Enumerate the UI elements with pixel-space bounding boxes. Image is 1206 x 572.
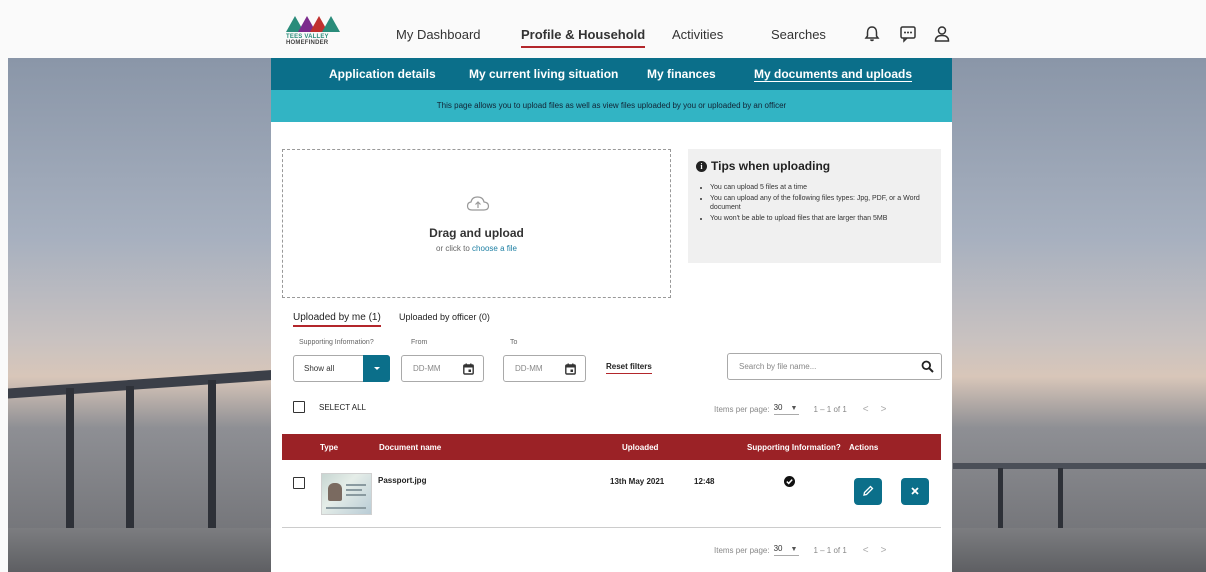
prev-page-button[interactable]: < xyxy=(863,545,869,556)
next-page-button[interactable]: > xyxy=(881,404,887,415)
check-circle-icon xyxy=(784,476,795,487)
from-date-input[interactable]: DD-MM xyxy=(401,355,484,382)
subnav-documents-uploads[interactable]: My documents and uploads xyxy=(754,67,912,81)
close-icon xyxy=(911,487,919,495)
upload-tips-panel: i Tips when uploading You can upload 5 f… xyxy=(688,149,941,263)
info-banner: This page allows you to upload files as … xyxy=(271,90,952,122)
col-uploaded: Uploaded xyxy=(622,443,659,452)
table-header: Type Document name Uploaded Supporting I… xyxy=(282,434,941,460)
site-logo[interactable]: TEES VALLEY HOMEFINDER xyxy=(286,16,346,48)
uploaded-time: 12:48 xyxy=(694,477,715,486)
logo-text: TEES VALLEY HOMEFINDER xyxy=(286,34,329,46)
subnav-current-living-situation[interactable]: My current living situation xyxy=(469,67,618,81)
edit-button[interactable] xyxy=(854,478,882,505)
select-all-checkbox[interactable] xyxy=(293,401,305,413)
pier-decoration xyxy=(953,463,1206,469)
uploaded-date: 13th May 2021 xyxy=(610,477,665,486)
from-label: From xyxy=(411,339,428,346)
to-date-input[interactable]: DD-MM xyxy=(503,355,586,382)
caret-down-icon: ▼ xyxy=(790,405,798,412)
tip-item: You won't be able to upload files that a… xyxy=(710,214,933,223)
top-header: TEES VALLEY HOMEFINDER My Dashboard Prof… xyxy=(0,0,1206,58)
document-thumbnail[interactable] xyxy=(321,473,372,515)
col-type: Type xyxy=(320,443,339,452)
calendar-icon[interactable] xyxy=(463,363,474,375)
nav-profile-household[interactable]: Profile & Household xyxy=(521,27,646,48)
tips-list: You can upload 5 files at a time You can… xyxy=(696,183,933,223)
calendar-icon[interactable] xyxy=(565,363,576,375)
chevron-down-icon[interactable] xyxy=(363,355,390,382)
tab-uploaded-by-officer[interactable]: Uploaded by officer (0) xyxy=(399,312,490,322)
page-range: 1 – 1 of 1 xyxy=(813,545,847,555)
subnav-application-details[interactable]: Application details xyxy=(329,67,436,81)
pencil-icon xyxy=(863,485,874,496)
delete-button[interactable] xyxy=(901,478,929,505)
tip-item: You can upload any of the following file… xyxy=(710,194,933,212)
items-per-page-select[interactable]: 30 ▼ xyxy=(773,403,800,415)
col-supporting-info: Supporting Information? xyxy=(747,443,841,452)
tab-uploaded-by-me[interactable]: Uploaded by me (1) xyxy=(293,312,381,327)
row-divider xyxy=(282,527,941,528)
pagination-top: Items per page: 30 ▼ 1 – 1 of 1 < > xyxy=(714,403,887,415)
supporting-info-label: Supporting Information? xyxy=(299,339,374,346)
subnav-my-finances[interactable]: My finances xyxy=(647,67,716,81)
upload-dropzone[interactable]: Drag and upload or click to choose a fil… xyxy=(282,149,671,298)
select-all-label: SELECT ALL xyxy=(319,403,366,412)
pier-post xyxy=(208,380,216,530)
message-icon[interactable] xyxy=(898,24,918,44)
nav-activities[interactable]: Activities xyxy=(672,27,723,42)
next-page-button[interactable]: > xyxy=(881,545,887,556)
pier-post xyxy=(126,386,134,536)
col-actions: Actions xyxy=(849,443,879,452)
supporting-info-select[interactable]: Show all xyxy=(293,355,390,382)
page-range: 1 – 1 of 1 xyxy=(813,404,847,414)
info-icon: i xyxy=(696,160,707,172)
document-name[interactable]: Passport.jpg xyxy=(378,476,426,485)
nav-searches[interactable]: Searches xyxy=(771,27,826,42)
caret-down-icon: ▼ xyxy=(790,546,798,553)
prev-page-button[interactable]: < xyxy=(863,404,869,415)
tips-title: i Tips when uploading xyxy=(696,159,933,173)
items-per-page-select[interactable]: 30 ▼ xyxy=(773,544,800,556)
logo-mark xyxy=(286,16,346,32)
user-icon[interactable] xyxy=(932,24,952,44)
dropzone-subtitle: or click to choose a file xyxy=(436,244,517,253)
row-checkbox[interactable] xyxy=(293,477,305,489)
dropzone-title: Drag and upload xyxy=(429,226,524,240)
search-input[interactable]: Search by file name... xyxy=(727,353,942,380)
pier-post xyxy=(66,388,74,538)
bell-icon[interactable] xyxy=(862,24,882,44)
to-label: To xyxy=(510,339,518,346)
documents-card: Drag and upload or click to choose a fil… xyxy=(271,122,952,572)
pier-decoration xyxy=(8,367,308,399)
col-document-name: Document name xyxy=(379,443,442,452)
profile-subnav: Application details My current living si… xyxy=(271,58,952,90)
tip-item: You can upload 5 files at a time xyxy=(710,183,933,192)
cloud-upload-icon xyxy=(466,196,490,211)
pagination-bottom: Items per page: 30 ▼ 1 – 1 of 1 < > xyxy=(714,544,887,556)
search-icon[interactable] xyxy=(921,360,934,373)
choose-file-link[interactable]: choose a file xyxy=(472,244,517,253)
reset-filters-link[interactable]: Reset filters xyxy=(606,362,652,374)
nav-my-dashboard[interactable]: My Dashboard xyxy=(396,27,481,42)
